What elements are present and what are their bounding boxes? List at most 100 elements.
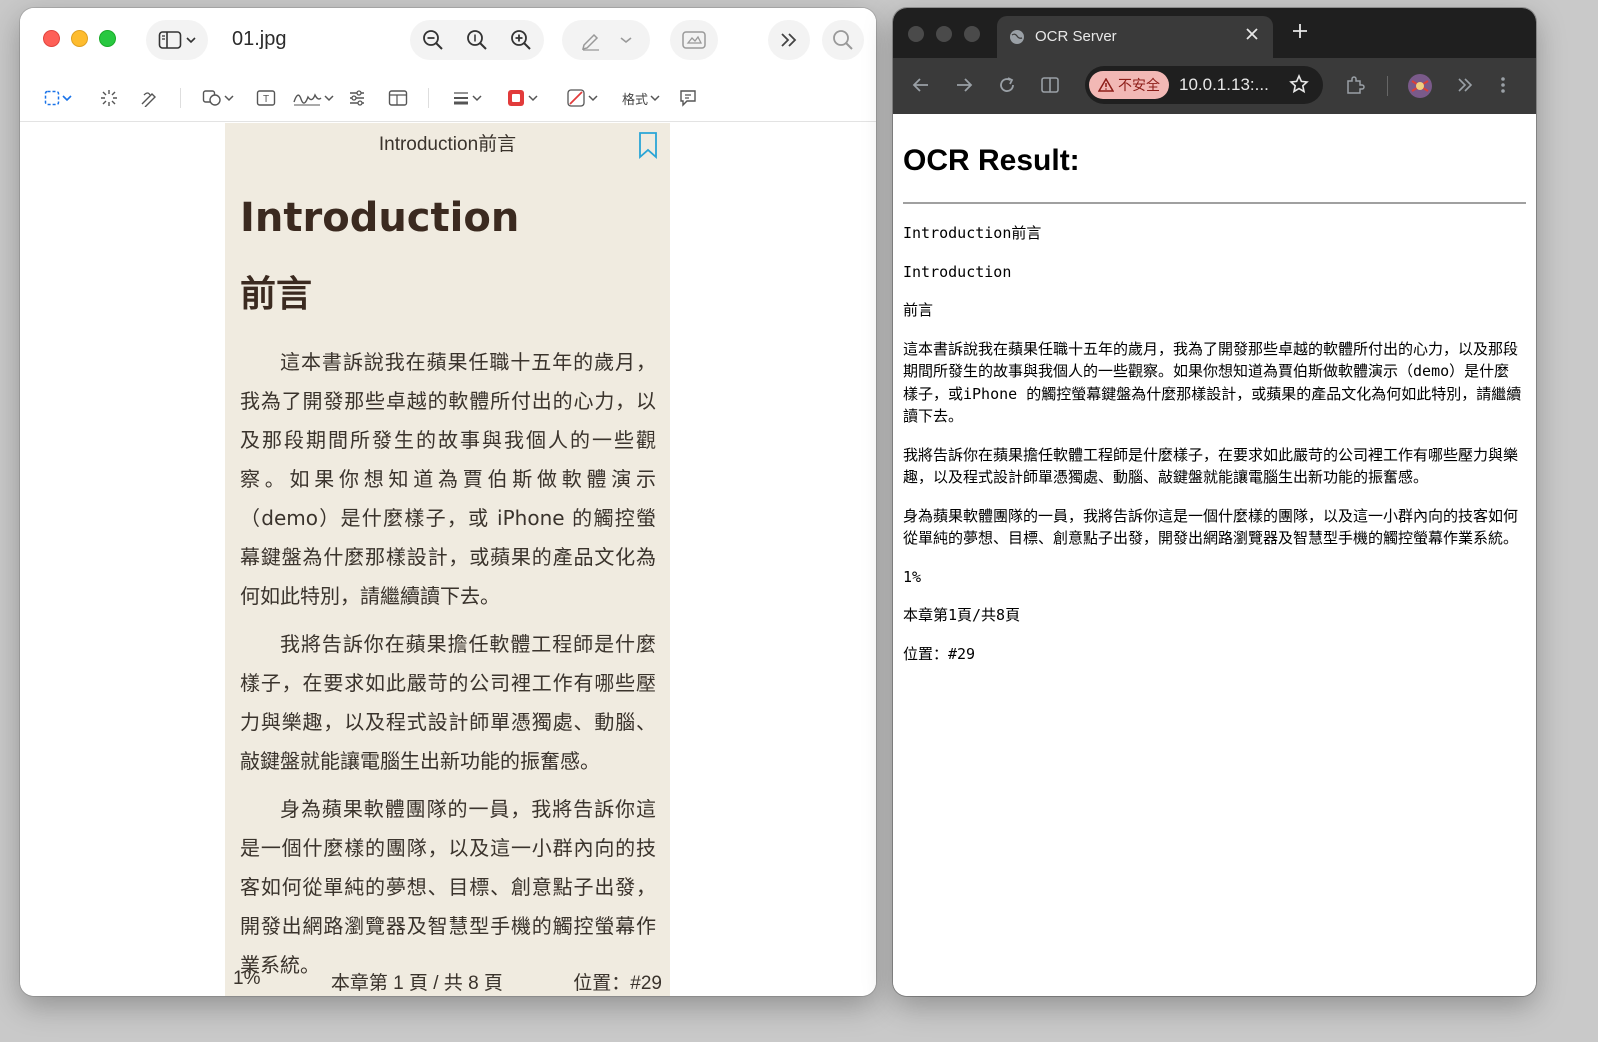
ocr-line: 1%	[903, 567, 922, 586]
page-layout-icon	[388, 90, 408, 106]
zoom-in-button[interactable]	[499, 29, 543, 51]
paragraph: 身為蘋果軟體團隊的一員，我將告訴你這是一個什麼樣的團隊，以及這一小群內向的技客如…	[240, 797, 656, 977]
tab-ocr-server[interactable]: OCR Server	[997, 16, 1273, 58]
text-box-icon: T	[256, 90, 276, 106]
profile-avatar[interactable]	[1407, 73, 1433, 99]
bookmark-icon	[639, 132, 657, 159]
close-window-button[interactable]	[908, 26, 924, 42]
zoom-fit-button[interactable]	[455, 29, 499, 51]
fill-color-icon	[567, 89, 585, 107]
chapter-page-count: 本章第 1 頁 / 共 8 頁	[330, 973, 503, 994]
url-text: 10.0.1.13:...	[1179, 75, 1269, 94]
markup-button[interactable]	[562, 20, 650, 60]
paragraph: 我將告訴你在蘋果擔任軟體工程師是什麼樣子，在要求如此嚴苛的公司裡工作有哪些壓力與…	[240, 632, 656, 773]
split-view-icon[interactable]	[1040, 75, 1060, 95]
zoom-window-button[interactable]	[99, 30, 116, 47]
more-tools-button[interactable]	[768, 20, 810, 60]
shapes-icon	[202, 90, 221, 106]
chevron-down-icon	[186, 37, 196, 44]
zoom-fit-icon	[467, 30, 487, 50]
markup-pen-icon	[581, 33, 599, 51]
markup-toolbar: T 格式	[20, 72, 876, 122]
svg-text:T: T	[263, 94, 269, 105]
ocr-line: 位置：#29	[903, 644, 976, 663]
insecure-label: 不安全	[1118, 77, 1160, 93]
rect-select-icon	[44, 90, 60, 106]
instant-alpha-icon	[101, 90, 117, 106]
browser-toolbar: 不安全 10.0.1.13:...	[893, 58, 1536, 114]
extensions-icon[interactable]	[1345, 75, 1365, 95]
ocr-line: Introduction前言	[903, 224, 1042, 242]
more-tools-icon	[781, 33, 797, 47]
sketch-button[interactable]	[140, 88, 160, 108]
adjust-color-button[interactable]	[348, 88, 366, 108]
ocr-paragraph: 身為蘋果軟體團隊的一員，我將告訴你這是一個什麼樣的團隊，以及這一小群內向的技客如…	[903, 506, 1519, 548]
fill-color-button[interactable]	[566, 88, 598, 108]
ocr-result-text: Introduction前言 Introduction 前言 這本書訴說我在蘋果…	[903, 222, 1523, 681]
chevron-down-icon	[650, 95, 660, 102]
chevron-down-icon	[62, 95, 72, 102]
minimize-window-button[interactable]	[71, 30, 88, 47]
zoom-out-button[interactable]	[411, 29, 455, 51]
web-page: OCR Result: Introduction前言 Introduction …	[893, 114, 1536, 996]
ocr-paragraph: 我將告訴你在蘋果擔任軟體工程師是什麼樣子，在要求如此嚴苛的公司裡工作有哪些壓力與…	[903, 445, 1519, 487]
zoom-window-button[interactable]	[964, 26, 980, 42]
document-title: 01.jpg	[232, 28, 287, 50]
toolbar-divider	[1387, 76, 1388, 96]
location-indicator: 位置：#29	[573, 973, 662, 994]
menu-icon[interactable]	[1499, 75, 1507, 95]
close-icon[interactable]	[1245, 27, 1259, 41]
text-format-label: 格式	[622, 91, 649, 107]
chevron-down-icon	[528, 95, 538, 102]
new-tab-icon[interactable]	[1291, 22, 1309, 40]
search-button[interactable]	[822, 20, 864, 60]
warning-icon	[1098, 78, 1114, 92]
rotate-button[interactable]	[670, 20, 718, 60]
security-indicator[interactable]: 不安全	[1089, 71, 1169, 99]
more-tools-icon[interactable]	[1455, 75, 1475, 95]
chapter-subtitle: 前言	[240, 274, 313, 315]
sidebar-toggle-button[interactable]	[146, 20, 208, 60]
ocr-line: 本章第1頁/共8頁	[903, 606, 1021, 624]
line-style-icon	[454, 92, 468, 105]
book-page-image: Introduction前言 Introduction 前言 這本書訴說我在蘋果…	[225, 123, 670, 996]
toolbar-divider	[180, 88, 181, 108]
tab-title: OCR Server	[1035, 28, 1117, 45]
ocr-paragraph: 這本書訴說我在蘋果任職十五年的歲月，我為了開發那些卓越的軟體所付出的心力，以及那…	[903, 339, 1522, 426]
zoom-in-icon	[511, 30, 531, 50]
border-color-icon	[508, 90, 524, 106]
page-layout-button[interactable]	[388, 88, 408, 108]
chevron-down-icon	[588, 95, 598, 102]
note-button[interactable]	[678, 88, 698, 108]
line-style-button[interactable]	[452, 88, 482, 108]
preview-titlebar: 01.jpg	[20, 8, 876, 72]
text-box-button[interactable]: T	[256, 88, 276, 108]
globe-icon	[1010, 30, 1024, 44]
image-canvas[interactable]: Introduction前言 Introduction 前言 這本書訴說我在蘋果…	[20, 123, 876, 996]
zoom-controls	[410, 20, 544, 60]
shapes-button[interactable]	[202, 88, 234, 108]
instant-alpha-button[interactable]	[100, 88, 118, 108]
zoom-out-icon	[423, 30, 443, 50]
note-icon	[680, 90, 696, 107]
chapter-title: Introduction	[240, 195, 520, 241]
reload-icon[interactable]	[997, 75, 1017, 95]
signature-button[interactable]	[292, 88, 334, 108]
rect-select-button[interactable]	[44, 88, 72, 108]
close-window-button[interactable]	[43, 30, 60, 47]
minimize-window-button[interactable]	[936, 26, 952, 42]
toolbar-divider	[428, 88, 429, 108]
browser-window: OCR Server 不安全 10.0.1.13:... OCR Result:…	[893, 8, 1536, 996]
sketch-icon	[141, 92, 156, 107]
ocr-line: Introduction	[903, 262, 1012, 281]
signature-icon	[293, 93, 322, 106]
forward-icon[interactable]	[954, 75, 974, 95]
text-format-button[interactable]: 格式	[622, 88, 660, 108]
back-icon[interactable]	[911, 75, 931, 95]
chevron-down-icon	[620, 37, 632, 44]
paragraph: 這本書訴說我在蘋果任職十五年的歲月，我為了開發那些卓越的軟體所付出的心力，以及那…	[240, 350, 656, 608]
star-icon[interactable]	[1289, 74, 1309, 94]
border-color-button[interactable]	[506, 88, 538, 108]
address-bar[interactable]: 不安全 10.0.1.13:...	[1085, 66, 1323, 104]
preview-window: 01.jpg T 格式 Introduction前言 Introduction …	[20, 8, 876, 996]
